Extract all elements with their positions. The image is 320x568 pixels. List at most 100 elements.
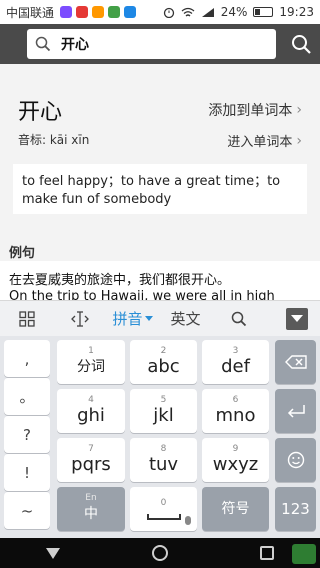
key-6[interactable]: 6 mno <box>202 389 269 433</box>
english-mode-tab[interactable]: 英文 <box>159 301 212 337</box>
dictionary-entry: 开心 添加到单词本 › 音标: kāi xīn 进入单词本 › to feel … <box>0 64 320 300</box>
key-5[interactable]: 5 jkl <box>130 389 197 433</box>
punct-key-comma[interactable]: , <box>4 340 50 377</box>
punct-label: ! <box>23 463 30 482</box>
entry-word: 开心 <box>18 100 63 125</box>
key-number: 8 <box>160 444 167 454</box>
app-notification-icon <box>124 6 137 18</box>
status-right: 24% 19:23 <box>163 5 314 19</box>
punct-label: ? <box>23 425 31 444</box>
key-2[interactable]: 2 abc <box>130 340 197 384</box>
key-number: En <box>85 493 97 503</box>
definition-text: to feel happy；to have a great time；to ma… <box>22 174 281 207</box>
space-key[interactable]: 0 <box>130 487 197 531</box>
chevron-down-icon <box>291 315 303 322</box>
key-label: tuv <box>148 454 179 475</box>
key-8[interactable]: 8 tuv <box>130 438 197 482</box>
search-header: 开心 <box>0 24 320 64</box>
emoji-icon <box>287 451 304 469</box>
examples-title: 例句 <box>9 246 36 261</box>
keyboard-toolbar: 拼音 英文 <box>0 300 320 336</box>
enter-icon <box>287 405 305 418</box>
app-notification-icon <box>92 6 105 18</box>
key-number: 3 <box>232 346 239 356</box>
signal-icon <box>201 7 214 17</box>
chevron-right-icon: › <box>296 102 302 118</box>
notification-icons <box>60 6 137 18</box>
backspace-key[interactable] <box>275 340 316 384</box>
key-number: 9 <box>232 444 239 454</box>
open-wordbook-link[interactable]: 进入单词本 › <box>227 131 302 151</box>
dropdown-icon <box>144 315 153 321</box>
example-sentence: 在去夏威夷的旅途中，我们都很开心。 On the trip to Hawaii,… <box>0 261 320 300</box>
key-number: 0 <box>160 498 167 508</box>
space-icon <box>146 514 181 520</box>
punct-label: , <box>24 349 30 368</box>
t9-keyboard: , 。 ? ! ~ 1 分词 2 abc 3 def 4 ghi 5 jkl 6… <box>0 336 320 538</box>
number-mode-key[interactable]: 123 <box>275 487 316 531</box>
cursor-icon <box>70 310 89 327</box>
example-english: On the trip to Hawaii, we were all in hi… <box>9 289 275 300</box>
key-label: wxyz <box>212 454 259 475</box>
key-label: 123 <box>281 500 310 518</box>
key-number: 7 <box>88 444 94 454</box>
battery-icon <box>253 7 274 17</box>
phonetic: 音标: kāi xīn <box>18 133 90 147</box>
punct-key-exclaim[interactable]: ! <box>4 454 50 491</box>
app-notification-icon <box>60 6 73 18</box>
symbols-key[interactable]: 符号 <box>202 487 269 531</box>
search-button[interactable] <box>290 33 312 55</box>
language-switch-key[interactable]: En 中 <box>57 487 125 531</box>
key-label: jkl <box>153 405 174 426</box>
key-label: 中 <box>84 506 98 522</box>
carrier-label: 中国联通 <box>6 5 55 20</box>
home-icon[interactable] <box>152 545 168 561</box>
keyboard-search-button[interactable] <box>212 301 265 337</box>
open-wordbook-label: 进入单词本 <box>227 135 293 150</box>
wifi-icon <box>181 7 195 16</box>
battery-percent: 24% <box>220 5 248 19</box>
punct-key-tilde[interactable]: ~ <box>4 492 50 529</box>
key-label: abc <box>147 356 180 377</box>
key-3[interactable]: 3 def <box>202 340 269 384</box>
definition-card: to feel happy；to have a great time；to ma… <box>13 164 307 214</box>
add-to-wordbook-link[interactable]: 添加到单词本 › <box>208 100 302 120</box>
english-label: 英文 <box>170 310 201 328</box>
example-chinese: 在去夏威夷的旅途中，我们都很开心。 <box>9 273 231 288</box>
key-4[interactable]: 4 ghi <box>57 389 125 433</box>
enter-key[interactable] <box>275 389 316 433</box>
pinyin-mode-tab[interactable]: 拼音 <box>106 301 159 337</box>
key-label: mno <box>215 405 256 426</box>
key-1[interactable]: 1 分词 <box>57 340 125 384</box>
backspace-icon <box>284 355 307 369</box>
cursor-move-button[interactable] <box>53 301 106 337</box>
key-7[interactable]: 7 pqrs <box>57 438 125 482</box>
watermark-logo <box>292 544 316 564</box>
key-number: 4 <box>88 395 94 405</box>
key-number: 6 <box>232 395 239 405</box>
status-bar: 中国联通 24% 19:23 <box>0 0 320 24</box>
grid-menu-button[interactable] <box>0 301 53 337</box>
app-notification-icon <box>108 6 121 18</box>
app-notification-icon <box>76 6 89 18</box>
emoji-key[interactable] <box>275 438 316 482</box>
punct-key-period[interactable]: 。 <box>4 378 50 415</box>
recent-apps-icon[interactable] <box>260 546 274 560</box>
search-query: 开心 <box>61 37 89 53</box>
punct-label: ~ <box>20 501 34 520</box>
punct-label: 。 <box>19 388 35 406</box>
hide-keyboard-button[interactable] <box>286 308 308 330</box>
microphone-icon <box>185 516 191 525</box>
system-nav-bar <box>0 538 320 568</box>
punct-key-question[interactable]: ? <box>4 416 50 453</box>
alarm-icon <box>163 7 174 18</box>
key-9[interactable]: 9 wxyz <box>202 438 269 482</box>
key-label: def <box>221 356 250 377</box>
search-icon <box>231 311 246 326</box>
search-icon <box>35 36 51 52</box>
search-icon <box>292 35 311 54</box>
key-number: 1 <box>88 346 94 356</box>
key-number: 5 <box>160 395 167 405</box>
search-input[interactable]: 开心 <box>27 29 276 59</box>
back-icon[interactable] <box>46 547 60 559</box>
